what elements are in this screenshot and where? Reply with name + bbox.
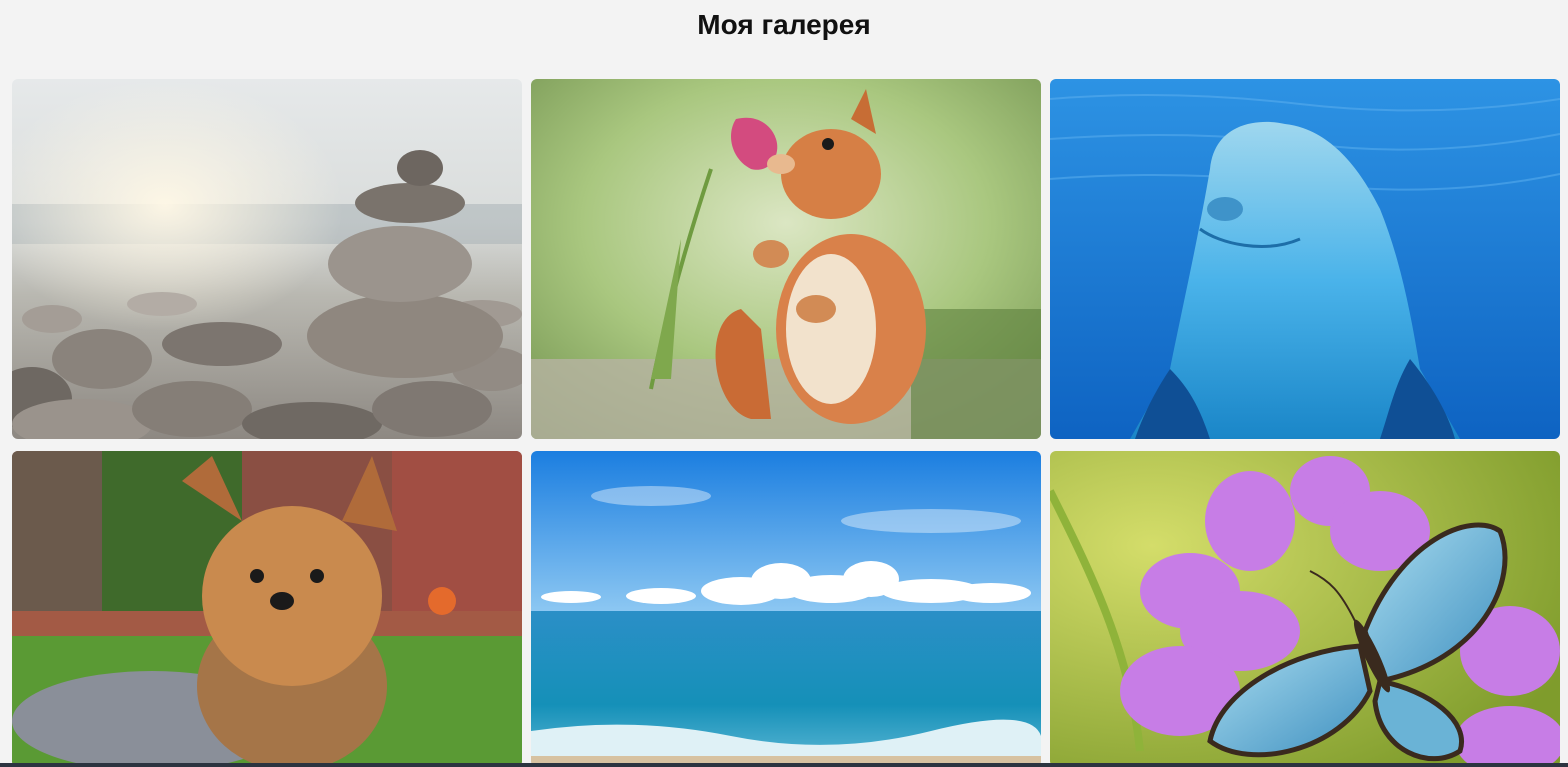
gallery-image-sea[interactable] (531, 451, 1041, 767)
dolphin-image (1050, 79, 1560, 439)
gallery-image-pebbles[interactable] (12, 79, 522, 439)
gallery-image-squirrel[interactable] (531, 79, 1041, 439)
gallery-image-dolphin[interactable] (1050, 79, 1560, 439)
gallery-image-butterfly[interactable] (1050, 451, 1560, 767)
bottom-edge-bar (0, 763, 1568, 767)
butterfly-image (1050, 451, 1560, 767)
image-grid (12, 79, 1560, 439)
dog-image (12, 451, 522, 767)
page-title: Моя галерея (697, 9, 871, 40)
squirrel-image (531, 79, 1041, 439)
gallery-page: Моя галерея (0, 0, 1568, 767)
gallery-image-dog[interactable] (12, 451, 522, 767)
sea-image (531, 451, 1041, 767)
image-grid-row-2 (12, 451, 1560, 767)
pebbles-image (12, 79, 522, 439)
